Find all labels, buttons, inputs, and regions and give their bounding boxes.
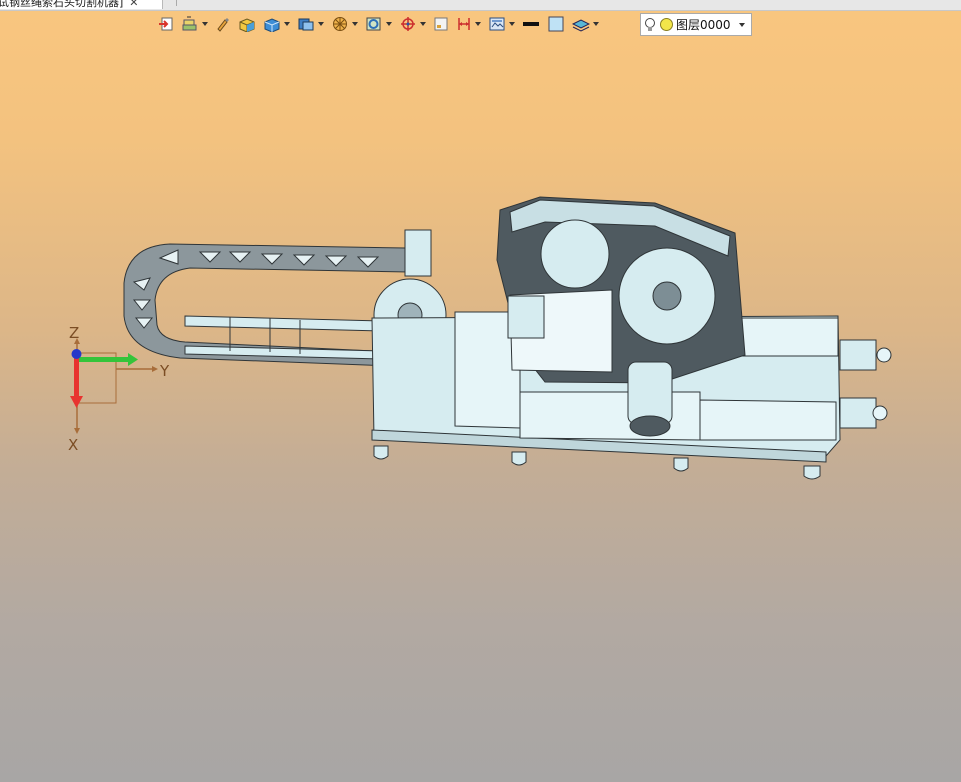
motor-body (627, 361, 673, 425)
cylinder-upper (839, 339, 877, 371)
cylinder-upper-cap (876, 347, 892, 363)
foot (511, 451, 527, 466)
arm-clamp (404, 229, 432, 277)
cad-model-viewport[interactable] (0, 0, 961, 782)
control-box (507, 295, 545, 339)
right-rail-lower (699, 399, 837, 441)
foot (373, 445, 389, 460)
drive-wheel-hub (652, 281, 682, 311)
right-rail-upper (739, 317, 839, 357)
cylinder-lower (839, 397, 877, 429)
center-block (519, 391, 701, 441)
idler-wheel (540, 219, 610, 289)
motor-fan (629, 415, 671, 437)
foot (803, 465, 821, 480)
foot (673, 457, 689, 472)
cylinder-lower-cap (872, 405, 888, 421)
